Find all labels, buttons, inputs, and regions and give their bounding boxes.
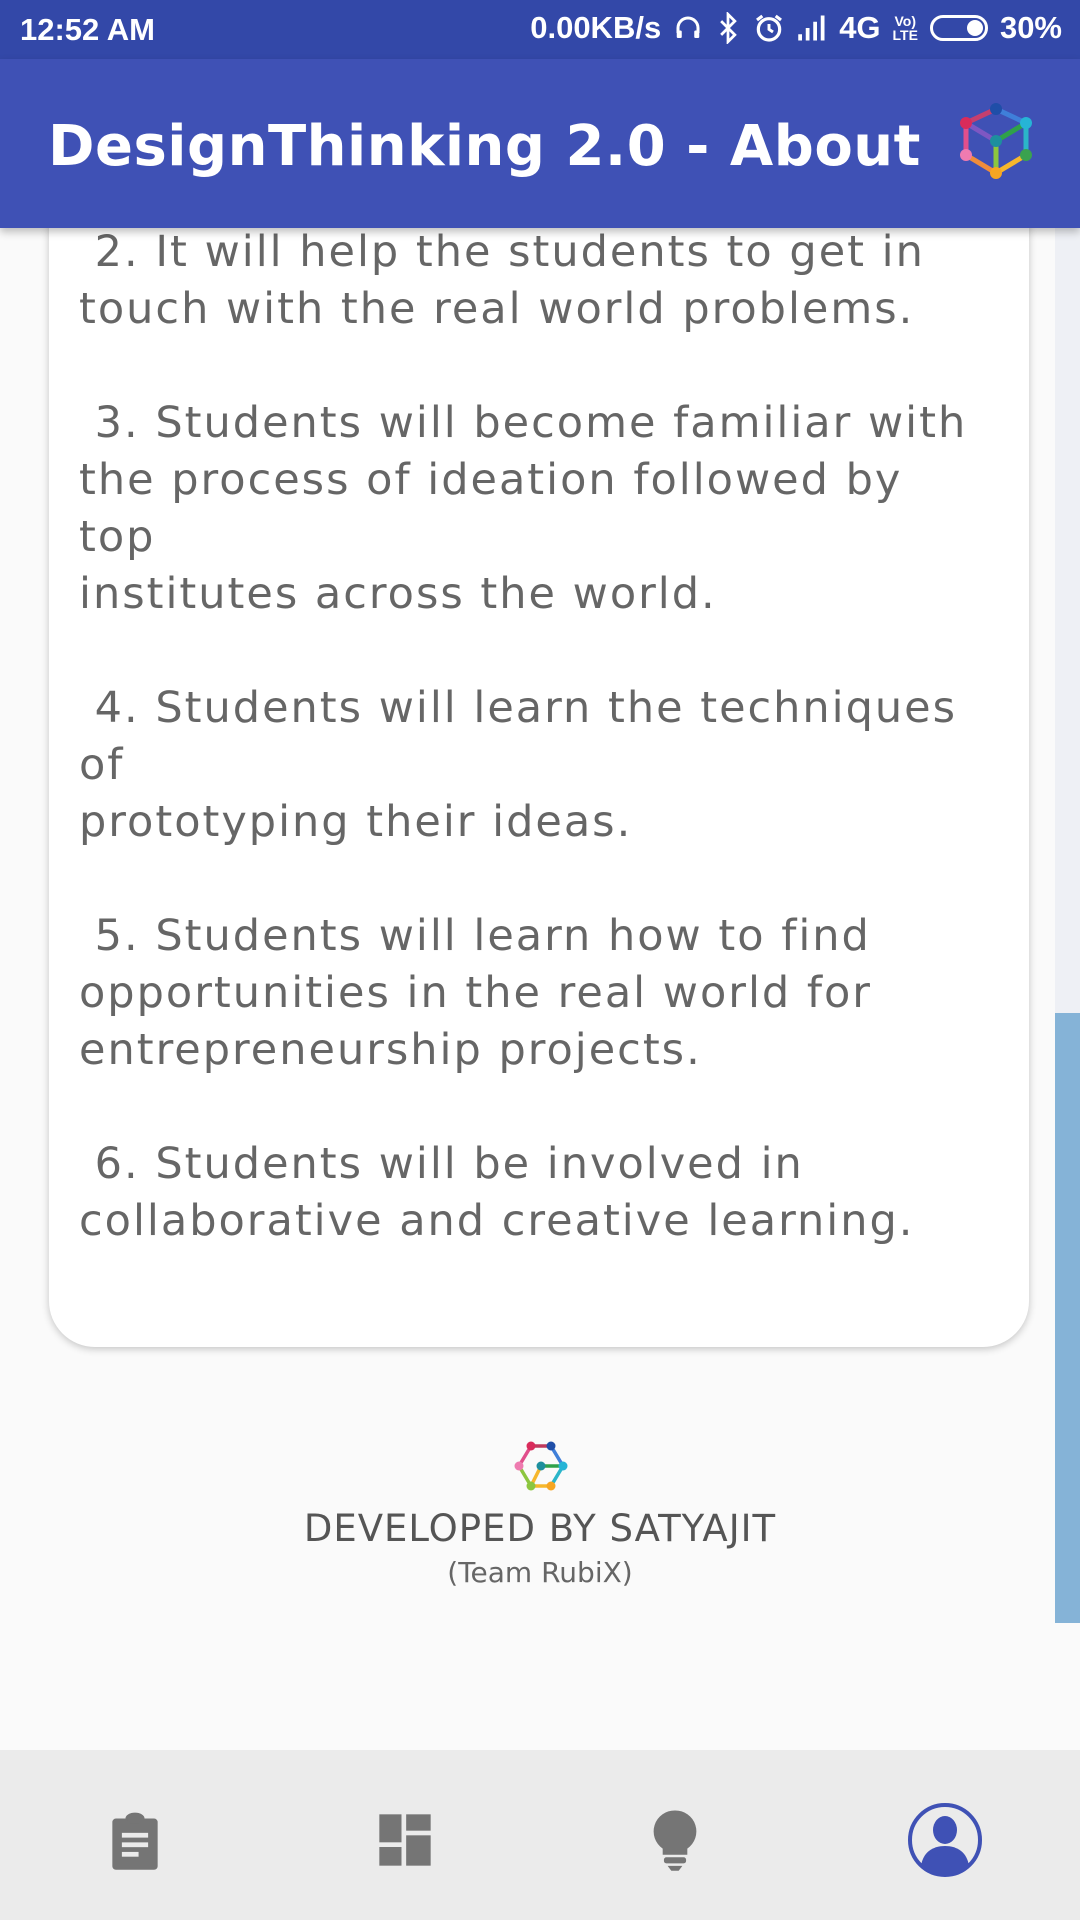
network-type: 4G (839, 10, 881, 45)
nav-item-ideas[interactable] (635, 1800, 715, 1880)
rubix-logo-icon (956, 101, 1036, 189)
lightbulb-icon (653, 1810, 697, 1871)
page-title: DesignThinking 2.0 - About (48, 114, 921, 179)
headset-icon (673, 13, 703, 43)
bottom-navigation (0, 1750, 1080, 1920)
nav-item-about[interactable] (905, 1800, 985, 1880)
profile-icon (908, 1803, 982, 1877)
developer-credit: DEVELOPED BY SATYAJIT (303, 1507, 777, 1550)
battery-icon (929, 15, 988, 41)
about-card: ideas or projects. 2. It will help the s… (49, 190, 1029, 1347)
status-bar: 12:52 AM 0.00KB/s 4G Vo) LTE 30% (0, 0, 1080, 59)
volte-indicator: Vo) LTE (893, 14, 918, 42)
nav-item-dashboard[interactable] (365, 1800, 445, 1880)
network-speed: 0.00KB/s (530, 10, 662, 45)
about-text: ideas or projects. 2. It will help the s… (79, 227, 968, 1246)
dashboard-icon (379, 1814, 431, 1866)
battery-level: 30% (999, 10, 1062, 45)
bluetooth-icon (715, 12, 741, 44)
volte-bottom: LTE (892, 27, 918, 43)
signal-icon (797, 14, 827, 42)
status-icons: 0.00KB/s 4G Vo) LTE 30% (530, 10, 1062, 46)
team-credit: (Team RubiX) (447, 1556, 633, 1589)
clipboard-icon (112, 1812, 158, 1870)
alarm-icon (753, 12, 785, 44)
app-bar: DesignThinking 2.0 - About (0, 59, 1080, 228)
status-time: 12:52 AM (20, 12, 155, 47)
volte-top: Vo) (894, 13, 916, 29)
team-logo-icon (509, 1440, 571, 1500)
nav-item-clipboard[interactable] (95, 1800, 175, 1880)
